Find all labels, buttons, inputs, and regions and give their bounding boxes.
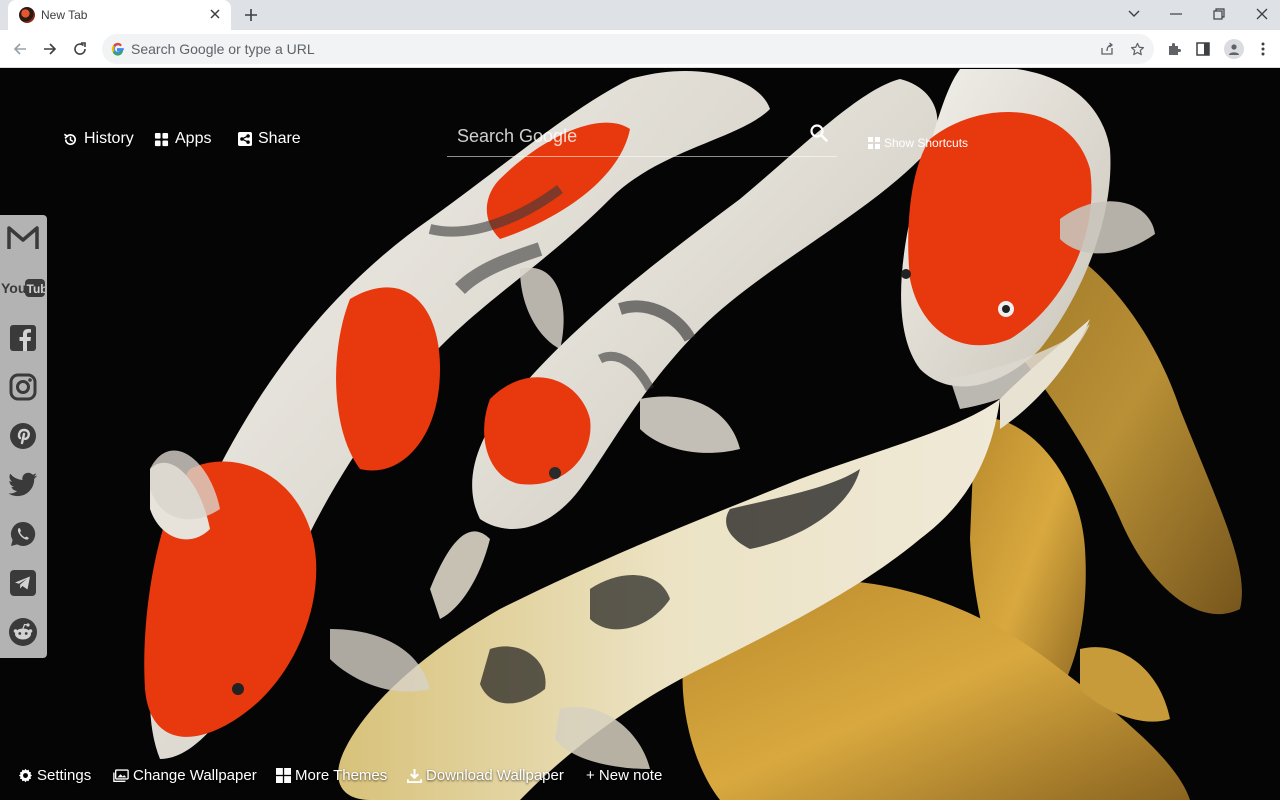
shortcuts-grid-icon <box>868 137 880 149</box>
change-wallpaper-label: Change Wallpaper <box>133 767 257 784</box>
more-themes-label: More Themes <box>295 767 388 784</box>
new-note-label: + New note <box>586 767 663 784</box>
tab-title: New Tab <box>41 8 88 22</box>
windows-grid-icon <box>276 768 291 783</box>
new-note-button[interactable]: + New note <box>586 767 662 784</box>
twitter-icon[interactable] <box>7 469 39 501</box>
apps-link[interactable]: Apps <box>154 130 211 148</box>
more-themes-button[interactable]: More Themes <box>276 767 387 784</box>
whatsapp-icon[interactable] <box>7 518 39 550</box>
tab-new-tab[interactable]: New Tab <box>8 0 231 30</box>
share-icon <box>238 132 252 146</box>
reload-icon[interactable] <box>70 39 90 59</box>
download-icon <box>407 768 422 783</box>
share-page-icon[interactable] <box>1099 41 1115 57</box>
facebook-icon[interactable] <box>7 322 39 354</box>
settings-label: Settings <box>37 767 92 784</box>
bottom-bar: Settings Change Wallpaper More Themes Do… <box>0 767 1280 791</box>
omnibox-input[interactable] <box>131 34 1031 64</box>
restore-icon[interactable] <box>1208 4 1230 24</box>
apps-label: Apps <box>175 130 212 147</box>
share-label: Share <box>258 130 301 147</box>
download-wallpaper-label: Download Wallpaper <box>426 767 564 784</box>
tab-strip: New Tab <box>0 0 1280 30</box>
reddit-icon[interactable] <box>7 616 39 648</box>
share-link[interactable]: Share <box>238 130 301 148</box>
forward-arrow-icon[interactable] <box>40 39 60 59</box>
new-tab-button[interactable] <box>240 4 262 26</box>
bookmark-star-icon[interactable] <box>1129 41 1145 57</box>
koi-wallpaper-image <box>0 69 1280 800</box>
gear-icon <box>18 768 33 783</box>
extensions-puzzle-icon[interactable] <box>1165 40 1183 58</box>
history-icon <box>63 133 76 145</box>
show-shortcuts-label: Show Shortcuts <box>884 136 969 150</box>
tab-search-chevron-icon[interactable] <box>1123 4 1145 24</box>
show-shortcuts-button[interactable]: Show Shortcuts <box>868 136 968 150</box>
apps-grid-icon <box>154 132 169 146</box>
tab-close-icon[interactable] <box>206 5 224 23</box>
back-arrow-icon[interactable] <box>10 39 30 59</box>
youtube-icon[interactable]: You Tube <box>1 272 45 304</box>
profile-avatar-icon[interactable] <box>1224 39 1244 59</box>
download-wallpaper-button[interactable]: Download Wallpaper <box>407 767 564 784</box>
telegram-icon[interactable] <box>7 567 39 599</box>
chrome-menu-kebab-icon[interactable] <box>1254 40 1272 58</box>
google-search-box[interactable] <box>447 117 837 157</box>
history-link[interactable]: History <box>63 130 134 148</box>
svg-text:You: You <box>1 280 26 296</box>
history-label: History <box>84 130 134 147</box>
google-search-input[interactable] <box>457 121 797 151</box>
new-tab-page: History Apps Share Show Shortcuts <box>0 69 1280 800</box>
gmail-icon[interactable] <box>7 222 39 254</box>
svg-text:Tube: Tube <box>27 282 46 296</box>
browser-toolbar <box>0 30 1280 68</box>
instagram-icon[interactable] <box>7 371 39 403</box>
settings-button[interactable]: Settings <box>18 767 91 784</box>
omnibox[interactable] <box>102 34 1154 64</box>
close-window-icon[interactable] <box>1251 4 1273 24</box>
wallpaper-images-icon <box>113 768 129 782</box>
minimize-icon[interactable] <box>1165 4 1187 24</box>
tab-favicon-icon <box>19 7 35 23</box>
change-wallpaper-button[interactable]: Change Wallpaper <box>113 767 257 784</box>
side-panel-icon[interactable] <box>1194 40 1212 58</box>
pinterest-icon[interactable] <box>7 420 39 452</box>
google-g-icon <box>111 42 124 56</box>
social-sidebar: You Tube <box>0 215 47 658</box>
search-icon[interactable] <box>809 123 829 143</box>
